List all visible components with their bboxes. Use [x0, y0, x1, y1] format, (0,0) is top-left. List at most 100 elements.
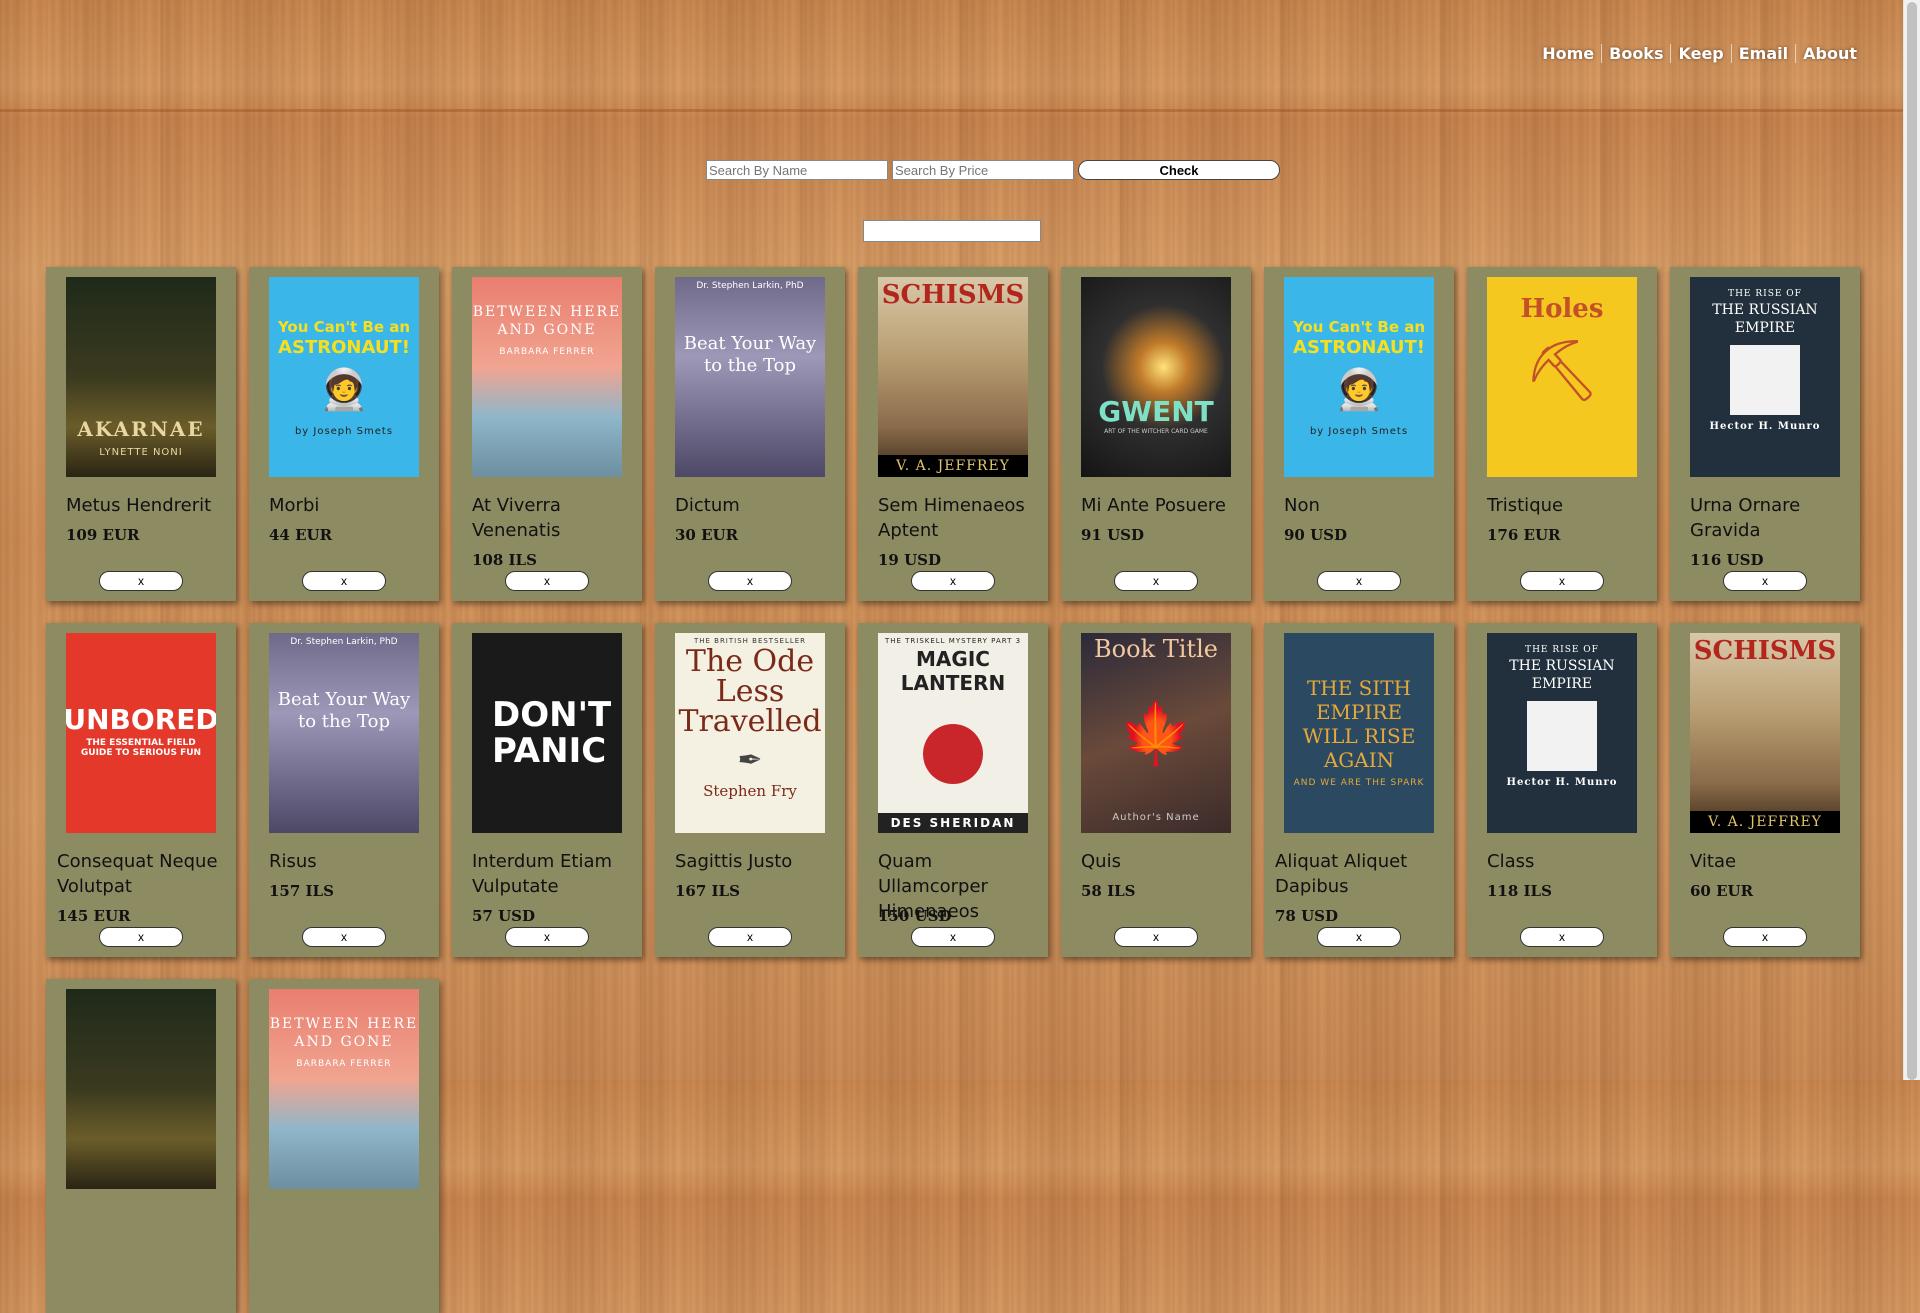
search-by-price-input[interactable] [892, 160, 1074, 180]
book-price: 108 ILS [472, 551, 537, 569]
book-card[interactable]: Dr. Stephen Larkin, PhD Beat Your Way to… [655, 267, 845, 601]
book-cover-image: THE TRISKELL MYSTERY PART 3 MAGIC LANTER… [878, 633, 1028, 833]
book-card[interactable]: BETWEEN HERE AND GONE BARBARA FERRER [249, 979, 439, 1313]
book-card[interactable]: THE RISE OF THE RUSSIAN EMPIRE Hector H.… [1670, 267, 1860, 601]
remove-button[interactable]: x [708, 571, 792, 591]
remove-button[interactable]: x [911, 927, 995, 947]
remove-button[interactable]: x [1317, 927, 1401, 947]
book-cover-image: Dr. Stephen Larkin, PhD Beat Your Way to… [675, 277, 825, 477]
book-cover-image: You Can't Be an ASTRONAUT! 🧑‍🚀 by Joseph… [1284, 277, 1434, 477]
book-title: Dictum [675, 495, 740, 516]
scrollbar-thumb[interactable] [1907, 2, 1917, 1080]
book-card[interactable]: THE SITH EMPIRE WILL RISE AGAIN AND WE A… [1264, 623, 1454, 957]
book-card[interactable]: UNBORED THE ESSENTIAL FIELD GUIDE TO SER… [46, 623, 236, 957]
book-title: Mi Ante Posuere [1081, 495, 1226, 516]
vertical-scrollbar[interactable] [1903, 0, 1920, 1080]
book-cover-image: UNBORED THE ESSENTIAL FIELD GUIDE TO SER… [66, 633, 216, 833]
top-nav: Home Books Keep Email About [1535, 44, 1864, 63]
nav-keep[interactable]: Keep [1671, 44, 1732, 63]
book-card[interactable]: SCHISMS V. A. JEFFREY Vitae 60 EUR x [1670, 623, 1860, 957]
leaf-icon: 🍁 [1118, 699, 1194, 769]
book-price: 116 USD [1690, 551, 1764, 569]
nav-about[interactable]: About [1796, 44, 1864, 63]
nav-home[interactable]: Home [1535, 44, 1603, 63]
remove-button[interactable]: x [708, 927, 792, 947]
book-price: 60 EUR [1690, 882, 1754, 900]
book-cover-image: Holes ⛏ [1487, 277, 1637, 477]
book-cover-image: DON'T PANIC [472, 633, 622, 833]
book-cover-image: BETWEEN HERE AND GONE BARBARA FERRER [269, 989, 419, 1189]
remove-button[interactable]: x [1520, 571, 1604, 591]
remove-button[interactable]: x [1723, 571, 1807, 591]
book-cover-image: GWENT ART OF THE WITCHER CARD GAME [1081, 277, 1231, 477]
book-card[interactable]: Book Title 🍁 Author's Name Quis 58 ILS x [1061, 623, 1251, 957]
book-title: Sagittis Justo [675, 851, 793, 872]
book-price: 44 EUR [269, 526, 333, 544]
nav-email[interactable]: Email [1732, 44, 1797, 63]
remove-button[interactable]: x [911, 571, 995, 591]
book-price: 91 USD [1081, 526, 1145, 544]
remove-button[interactable]: x [1520, 927, 1604, 947]
book-card[interactable]: BETWEEN HERE AND GONE BARBARA FERRER At … [452, 267, 642, 601]
book-price: 90 USD [1284, 526, 1348, 544]
remove-button[interactable]: x [1114, 571, 1198, 591]
search-bar: Check [706, 160, 1280, 180]
book-price: 58 ILS [1081, 882, 1136, 900]
book-title: Sem Himenaeos Aptent [878, 495, 1025, 541]
book-title: Vitae [1690, 851, 1737, 872]
book-card[interactable]: You Can't Be an ASTRONAUT! 🧑‍🚀 by Joseph… [249, 267, 439, 601]
map-image [1527, 701, 1597, 771]
book-cover-image: THE RISE OF THE RUSSIAN EMPIRE Hector H.… [1690, 277, 1840, 477]
book-price: 157 ILS [269, 882, 334, 900]
book-card[interactable]: You Can't Be an ASTRONAUT! 🧑‍🚀 by Joseph… [1264, 267, 1454, 601]
book-price: 19 USD [878, 551, 942, 569]
astronaut-icon: 🧑‍🚀 [319, 366, 369, 413]
book-cover-image: SCHISMS V. A. JEFFREY [1690, 633, 1840, 833]
book-price: 118 ILS [1487, 882, 1552, 900]
header-divider [0, 109, 1904, 112]
book-title: Urna Ornare Gravida [1690, 495, 1801, 541]
red-moon-image [923, 724, 983, 784]
remove-button[interactable]: x [1114, 927, 1198, 947]
remove-button[interactable]: x [1723, 927, 1807, 947]
book-price: 167 ILS [675, 882, 740, 900]
book-title: Interdum Etiam Vulputate [472, 851, 613, 897]
check-button[interactable]: Check [1078, 160, 1280, 180]
book-card[interactable]: Holes ⛏ Tristique 176 EUR x [1467, 267, 1657, 601]
book-price: 57 USD [472, 907, 536, 925]
remove-button[interactable]: x [505, 571, 589, 591]
remove-button[interactable]: x [1317, 571, 1401, 591]
remove-button[interactable]: x [302, 927, 386, 947]
book-title: Quis [1081, 851, 1121, 872]
book-card[interactable]: GWENT ART OF THE WITCHER CARD GAME Mi An… [1061, 267, 1251, 601]
book-card[interactable] [46, 979, 236, 1313]
book-cover-image: AKARNAE LYNETTE NONI [66, 277, 216, 477]
search-by-name-input[interactable] [706, 160, 888, 180]
book-title: Non [1284, 495, 1320, 516]
book-card[interactable]: Dr. Stephen Larkin, PhD Beat Your Way to… [249, 623, 439, 957]
book-cover-image [66, 989, 216, 1189]
book-card[interactable]: THE TRISKELL MYSTERY PART 3 MAGIC LANTER… [858, 623, 1048, 957]
book-price: 78 USD [1275, 907, 1339, 925]
remove-button[interactable]: x [99, 927, 183, 947]
nav-books[interactable]: Books [1602, 44, 1672, 63]
book-price: 145 EUR [57, 907, 131, 925]
remove-button[interactable]: x [302, 571, 386, 591]
book-card[interactable]: THE RISE OF THE RUSSIAN EMPIRE Hector H.… [1467, 623, 1657, 957]
book-card[interactable]: SCHISMS V. A. JEFFREY Sem Himenaeos Apte… [858, 267, 1048, 601]
quill-icon: ✒ [737, 743, 763, 778]
book-card[interactable]: THE BRITISH BESTSELLER The Ode Less Trav… [655, 623, 845, 957]
book-cover-image: Book Title 🍁 Author's Name [1081, 633, 1231, 833]
book-cover-image: THE BRITISH BESTSELLER The Ode Less Trav… [675, 633, 825, 833]
book-cover-image: THE RISE OF THE RUSSIAN EMPIRE Hector H.… [1487, 633, 1637, 833]
astronaut-icon: 🧑‍🚀 [1334, 366, 1384, 413]
book-title: Aliquat Aliquet Dapibus [1275, 851, 1408, 897]
book-card[interactable]: DON'T PANIC Interdum Etiam Vulputate 57 … [452, 623, 642, 957]
book-cover-image: SCHISMS V. A. JEFFREY [878, 277, 1028, 477]
result-field[interactable] [863, 220, 1041, 242]
remove-button[interactable]: x [99, 571, 183, 591]
book-title: Risus [269, 851, 317, 872]
book-title: Class [1487, 851, 1535, 872]
book-card[interactable]: AKARNAE LYNETTE NONI Metus Hendrerit 109… [46, 267, 236, 601]
remove-button[interactable]: x [505, 927, 589, 947]
